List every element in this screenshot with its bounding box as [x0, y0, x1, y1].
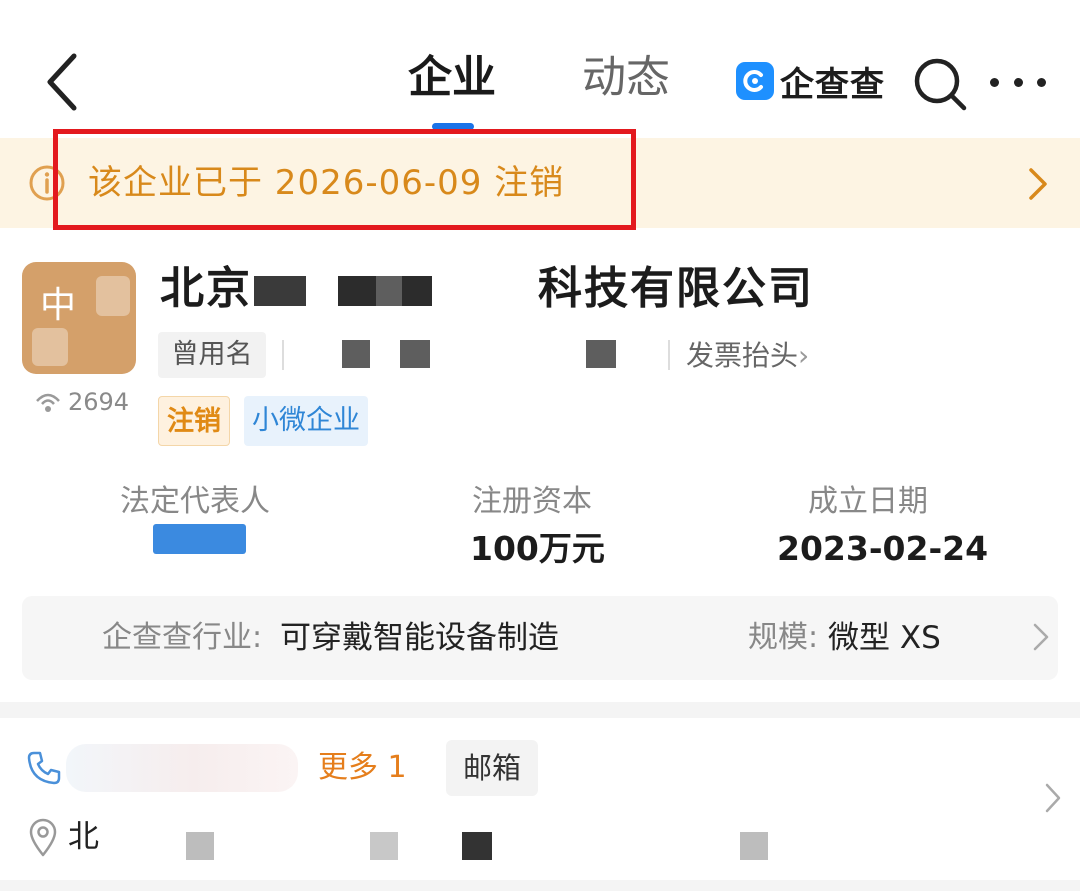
- back-icon[interactable]: [40, 52, 90, 112]
- company-name-prefix: 北京: [160, 263, 252, 314]
- industry-label: 企查查行业:: [102, 620, 263, 655]
- more-phones-link[interactable]: 更多 1: [318, 746, 407, 790]
- section-divider: [0, 702, 1080, 718]
- logo-redaction: [32, 328, 68, 366]
- section-divider: [0, 880, 1080, 891]
- address-text[interactable]: 北: [68, 814, 99, 860]
- invoice-title-link[interactable]: 发票抬头›: [686, 334, 809, 378]
- status-badge-small-micro: 小微企业: [244, 396, 368, 446]
- scale-value: 微型 XS: [828, 620, 941, 656]
- chevron-right-icon: [1032, 622, 1050, 652]
- status-badge-deregistered: 注销: [158, 396, 230, 446]
- more-dot: [990, 77, 999, 87]
- email-button[interactable]: 邮箱: [446, 740, 538, 796]
- legal-rep-redaction[interactable]: [153, 524, 246, 554]
- address-redaction: [740, 832, 768, 860]
- divider: [668, 340, 670, 370]
- location-icon: [28, 818, 58, 858]
- more-dot: [1037, 77, 1046, 87]
- name-redaction: [376, 276, 402, 306]
- popularity-count: 2694: [68, 388, 130, 416]
- company-logo: 中: [22, 262, 136, 374]
- address-redaction: [462, 832, 492, 860]
- founded-date-label: 成立日期: [808, 484, 928, 519]
- more-icon[interactable]: [990, 64, 1046, 100]
- annotation-highlight-box: [53, 129, 636, 230]
- address-redaction: [186, 832, 214, 860]
- former-name-redaction: [400, 340, 430, 368]
- popularity-indicator: 2694: [34, 388, 129, 416]
- more-dot: [1013, 77, 1023, 87]
- name-redaction: [254, 276, 306, 306]
- scale-label: 规模:: [748, 620, 819, 655]
- chevron-right-icon[interactable]: [1026, 166, 1050, 202]
- search-icon[interactable]: [912, 56, 968, 112]
- invoice-title-label: 发票抬头: [686, 339, 799, 372]
- logo-redaction: [96, 276, 130, 316]
- divider: [282, 340, 284, 370]
- company-name-suffix: 科技有限公司: [538, 263, 814, 314]
- brand-logo: 企查查: [736, 60, 885, 105]
- phone-icon[interactable]: [26, 750, 62, 786]
- chevron-right-icon: ›: [798, 339, 810, 372]
- phone-number-redaction[interactable]: [66, 744, 298, 792]
- industry-row[interactable]: 企查查行业: 可穿戴智能设备制造 规模: 微型 XS: [22, 596, 1058, 680]
- former-name-redaction: [586, 340, 616, 368]
- brand-icon: [736, 62, 774, 100]
- chevron-right-icon[interactable]: [1044, 782, 1062, 814]
- heat-icon: [36, 393, 60, 412]
- former-name-badge[interactable]: 曾用名: [158, 332, 266, 378]
- company-name: 北京 科技有限公司: [160, 258, 1050, 320]
- registered-capital-label: 注册资本: [472, 484, 592, 519]
- name-redaction: [402, 276, 432, 306]
- legal-rep-label: 法定代表人: [120, 484, 270, 519]
- registered-capital-value: 100万元: [470, 529, 605, 568]
- brand-name: 企查查: [780, 64, 885, 105]
- former-name-redaction: [342, 340, 370, 368]
- industry-value: 可穿戴智能设备制造: [280, 620, 559, 656]
- top-nav-bar: 企业 动态 企查查: [0, 0, 1080, 138]
- name-redaction: [338, 276, 376, 306]
- tab-dynamic[interactable]: 动态: [582, 48, 670, 108]
- address-redaction: [370, 832, 398, 860]
- founded-date-value: 2023-02-24: [777, 529, 989, 568]
- tab-company[interactable]: 企业: [408, 48, 496, 108]
- logo-character: 中: [40, 285, 77, 326]
